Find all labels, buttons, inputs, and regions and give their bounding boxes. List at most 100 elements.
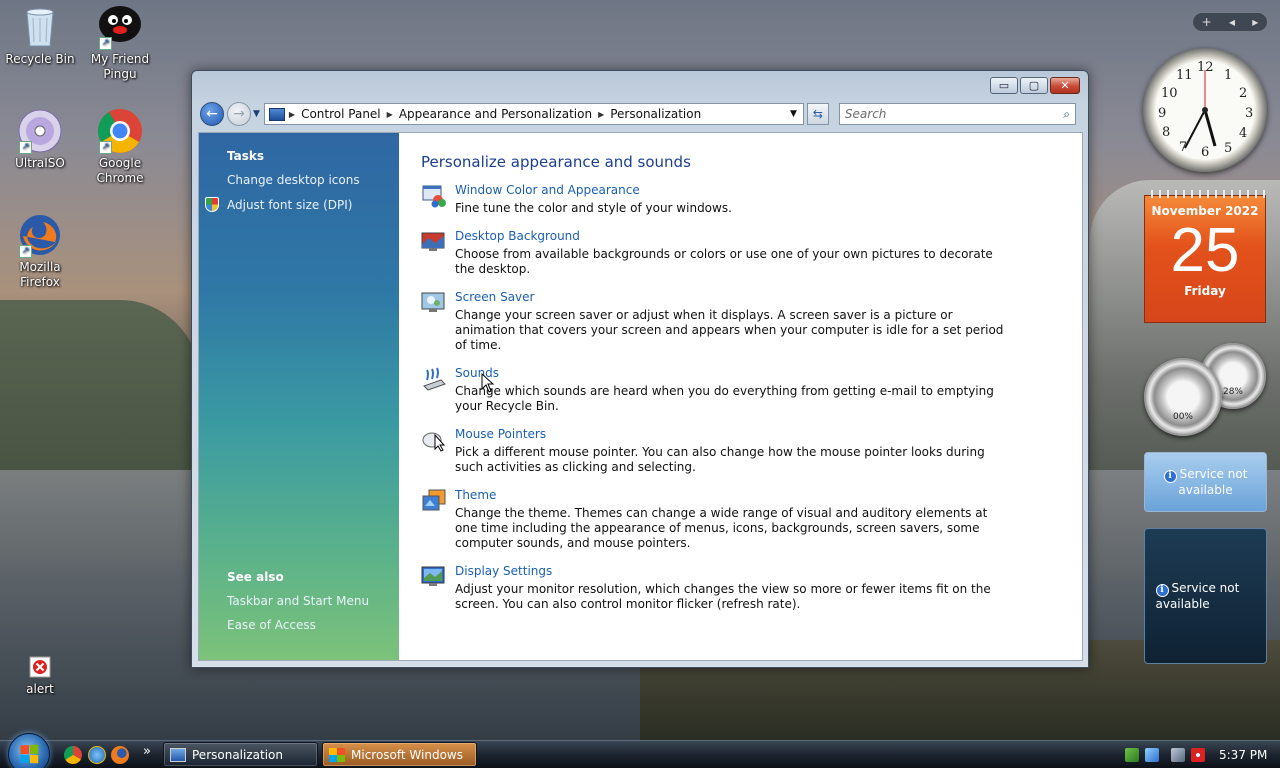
see-also-taskbar-start-menu[interactable]: Taskbar and Start Menu <box>227 594 369 608</box>
page-title: Personalize appearance and sounds <box>421 153 691 171</box>
network-icon[interactable] <box>1125 747 1139 762</box>
option-title[interactable]: Mouse Pointers <box>455 427 1010 441</box>
task-adjust-font-size[interactable]: Adjust font size (DPI) <box>205 197 399 212</box>
maximize-button[interactable]: ▢ <box>1020 77 1048 94</box>
option-title[interactable]: Sounds <box>455 366 1010 380</box>
back-arrow-icon: ← <box>206 106 218 122</box>
quicklaunch-chrome-icon[interactable] <box>64 746 82 764</box>
service-message: Service not available <box>1155 581 1240 611</box>
option-title[interactable]: Desktop Background <box>455 229 1010 243</box>
desktop-icon-recycle-bin[interactable]: Recycle Bin <box>0 4 80 67</box>
clock-gadget[interactable]: 12 1 2 3 4 5 6 7 8 9 10 11 <box>1143 48 1267 172</box>
option-display-settings: Display Settings Adjust your monitor res… <box>421 564 1082 612</box>
desktop-icon-label: Recycle Bin <box>5 52 75 66</box>
option-screen-saver: Screen Saver Change your screen saver or… <box>421 290 1082 353</box>
shortcut-arrow-icon: ↗ <box>19 141 32 154</box>
search-placeholder: Search <box>844 107 887 121</box>
quicklaunch-overflow-button[interactable]: » <box>143 744 151 759</box>
mouse-icon <box>421 427 447 453</box>
prev-gadget-button[interactable]: ◂ <box>1229 15 1235 29</box>
shortcut-arrow-icon: ↗ <box>19 245 32 258</box>
quicklaunch-ie-icon[interactable] <box>88 746 106 764</box>
search-icon[interactable]: ⌕ <box>1063 107 1070 122</box>
search-input[interactable]: Search ⌕ <box>838 103 1076 125</box>
desktop-icon-label: Google Chrome <box>96 156 144 185</box>
task-pane: Tasks Change desktop icons Adjust font s… <box>199 133 399 660</box>
desktop-icon-firefox[interactable]: ↗ Mozilla Firefox <box>0 212 80 290</box>
task-adjust-font-size-label: Adjust font size (DPI) <box>227 197 353 212</box>
back-button[interactable]: ← <box>200 102 224 126</box>
taskbar-task-microsoft-windows[interactable]: Microsoft Windows <box>322 742 477 767</box>
calendar-day: 25 <box>1170 216 1240 285</box>
option-desc: Change the theme. Themes can change a wi… <box>455 506 988 550</box>
calendar-binding <box>1145 190 1265 198</box>
cpu-value: 00% <box>1172 412 1193 423</box>
monitor-icon[interactable] <box>1171 747 1185 762</box>
theme-icon <box>421 488 447 514</box>
option-title[interactable]: Theme <box>455 488 1010 502</box>
desktop-icon-alert[interactable]: alert <box>0 656 80 697</box>
chrome-icon: ↗ <box>97 108 143 154</box>
refresh-button[interactable]: ⇆ <box>806 103 829 125</box>
shortcut-arrow-icon: ↗ <box>99 37 112 50</box>
option-desc: Fine tune the color and style of your wi… <box>455 201 732 215</box>
pingu-icon: ↗ <box>97 4 143 50</box>
next-gadget-button[interactable]: ▸ <box>1252 15 1258 29</box>
desktop-icon-label: My Friend Pingu <box>90 52 150 81</box>
disc-icon: ↗ <box>17 108 63 154</box>
start-button[interactable] <box>8 733 50 768</box>
sounds-icon <box>421 366 447 392</box>
recent-pages-dropdown-icon[interactable]: ▼ <box>253 109 260 119</box>
shortcut-arrow-icon: ↗ <box>99 141 112 154</box>
info-icon: i <box>1155 584 1169 597</box>
address-bar[interactable]: ▶ Control Panel ▶ Appearance and Persona… <box>263 103 804 125</box>
close-button[interactable]: ✕ <box>1050 77 1080 94</box>
task-change-desktop-icons[interactable]: Change desktop icons <box>227 173 399 187</box>
close-icon: ✕ <box>1060 79 1070 92</box>
safely-remove-icon[interactable] <box>1145 747 1159 762</box>
forward-button[interactable]: → <box>227 102 251 126</box>
info-icon: i <box>1163 470 1177 483</box>
quicklaunch-firefox-icon[interactable] <box>111 746 129 764</box>
clock-hands <box>1184 70 1217 149</box>
option-theme: Theme Change the theme. Themes can chang… <box>421 488 1082 551</box>
desktop-icon-pingu[interactable]: ↗ My Friend Pingu <box>80 4 160 82</box>
minimize-button[interactable]: ▭ <box>990 77 1018 94</box>
option-desktop-background: Desktop Background Choose from available… <box>421 229 1082 277</box>
option-title[interactable]: Screen Saver <box>455 290 1010 304</box>
option-desc: Change which sounds are heard when you d… <box>455 384 994 413</box>
breadcrumb-appearance[interactable]: Appearance and Personalization <box>393 107 598 121</box>
desktop-icon-ultraiso[interactable]: ↗ UltraISO <box>0 108 80 171</box>
see-also-heading: See also <box>227 570 284 584</box>
option-title[interactable]: Display Settings <box>455 564 1010 578</box>
option-title[interactable]: Window Color and Appearance <box>455 183 1010 197</box>
volume-muted-icon[interactable] <box>1191 747 1205 762</box>
windows-flag-icon <box>329 747 345 762</box>
see-also-ease-of-access[interactable]: Ease of Access <box>227 618 369 632</box>
calendar-gadget[interactable]: November 2022 25 Friday <box>1144 190 1266 323</box>
breadcrumb-control-panel[interactable]: Control Panel <box>295 107 387 121</box>
task-label: Personalization <box>192 747 283 762</box>
cpu-meter[interactable]: 00% <box>1144 358 1222 436</box>
tasks-heading: Tasks <box>227 149 265 163</box>
breadcrumb-personalization[interactable]: Personalization <box>604 107 707 121</box>
address-dropdown-icon[interactable]: ▼ <box>784 109 803 119</box>
service-gadget-1[interactable]: i Service not available <box>1144 452 1267 512</box>
service-gadget-2[interactable]: i Service not available <box>1144 528 1267 664</box>
desktop-icon-chrome[interactable]: ↗ Google Chrome <box>80 108 160 186</box>
alert-icon <box>29 656 51 678</box>
calendar-weekday: Friday <box>1184 284 1226 298</box>
window-color-icon <box>421 183 447 209</box>
add-gadget-button[interactable]: + <box>1202 15 1212 29</box>
desktop-icon-label: alert <box>26 682 54 696</box>
clock-time[interactable]: 5:37 PM <box>1219 748 1267 762</box>
desktop-background-icon <box>421 229 447 255</box>
minimize-icon: ▭ <box>998 79 1010 92</box>
option-desc: Pick a different mouse pointer. You can … <box>455 445 985 474</box>
option-desc: Change your screen saver or adjust when … <box>455 308 1004 352</box>
option-desc: Choose from available backgrounds or col… <box>455 247 993 276</box>
taskbar-task-personalization[interactable]: Personalization <box>163 742 318 767</box>
maximize-icon: ▢ <box>1028 79 1040 92</box>
refresh-icon: ⇆ <box>812 107 823 121</box>
see-also-section: See also Taskbar and Start Menu Ease of … <box>227 570 369 642</box>
